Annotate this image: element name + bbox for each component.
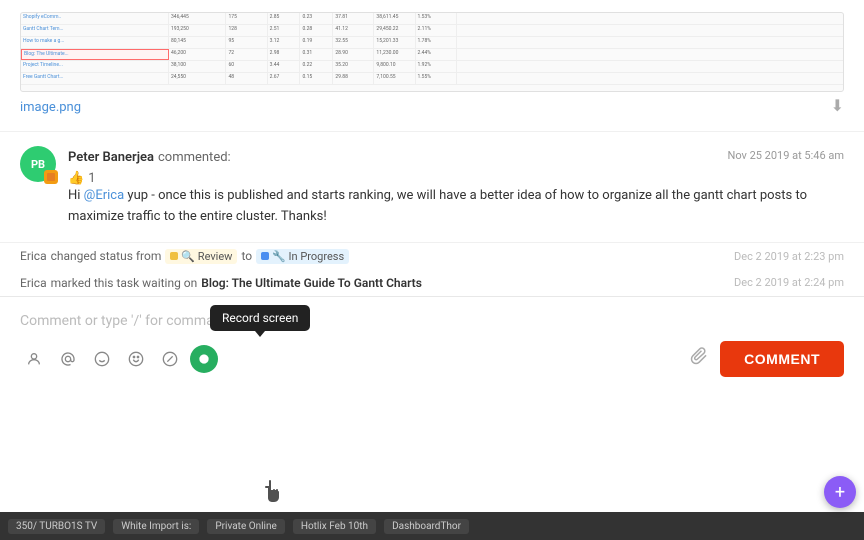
- status-dot-blue: [261, 252, 269, 260]
- comment-toolbar: COMMENT: [20, 333, 844, 377]
- at-icon[interactable]: [54, 345, 82, 373]
- toolbar-left: [20, 345, 218, 373]
- taskbar-item-5[interactable]: DashboardThor: [384, 519, 469, 534]
- activity-row-2: Erica marked this task waiting on Blog: …: [0, 270, 864, 296]
- activity-actor-1: Erica: [20, 249, 47, 263]
- activity-to-1: to: [241, 249, 252, 263]
- activity-action-1: changed status from: [51, 249, 162, 263]
- activity-left-1: Erica changed status from 🔍 Review to 🔧 …: [20, 249, 349, 264]
- task-link[interactable]: Blog: The Ultimate Guide To Gantt Charts: [201, 276, 422, 290]
- taskbar-item-4[interactable]: Hotlix Feb 10th: [293, 519, 376, 534]
- comment-input-area[interactable]: Comment or type '/' for commands Record …: [0, 296, 864, 512]
- comment-text: Hi @Erica yup - once this is published a…: [68, 186, 844, 228]
- activity-actor-2: Erica: [20, 276, 47, 290]
- activity-timestamp-2: Dec 2 2019 at 2:24 pm: [734, 276, 844, 289]
- avatar: PB: [20, 146, 56, 182]
- main-container: Shopify eComm.. 346,445 175 2.85 0.23 37…: [0, 0, 864, 540]
- toolbar-right: COMMENT: [690, 341, 844, 377]
- comment-timestamp: Nov 25 2019 at 5:46 am: [727, 149, 844, 162]
- status-badge-inprogress: 🔧 In Progress: [256, 249, 349, 264]
- comment-header: Peter Banerjea commented: Nov 25 2019 at…: [68, 146, 844, 165]
- smiley-icon[interactable]: [88, 345, 116, 373]
- slash-icon[interactable]: [156, 345, 184, 373]
- like-count: 1: [88, 171, 95, 186]
- comment-author: Peter Banerjea: [68, 150, 154, 165]
- taskbar-item-2[interactable]: White Import is:: [113, 519, 199, 534]
- bottom-taskbar: 350/ TURBO1S TV White Import is: Private…: [0, 512, 864, 540]
- activity-action-2: marked this task waiting on: [51, 276, 198, 290]
- comment-text-post: yup - once this is published and starts …: [68, 188, 807, 224]
- taskbar-item-1[interactable]: 350/ TURBO1S TV: [8, 519, 105, 534]
- person-icon[interactable]: [20, 345, 48, 373]
- thumbs-up-icon[interactable]: 👍: [68, 171, 84, 186]
- emoji-icon[interactable]: [122, 345, 150, 373]
- comment-block: PB Peter Banerjea commented: Nov 25 2019…: [0, 132, 864, 243]
- record-screen-tooltip: Record screen: [210, 305, 310, 331]
- taskbar-item-3[interactable]: Private Online: [207, 519, 284, 534]
- record-icon[interactable]: [190, 345, 218, 373]
- avatar-badge: [44, 170, 58, 184]
- download-icon[interactable]: ⬇: [831, 96, 844, 115]
- status-badge-review: 🔍 Review: [165, 249, 237, 264]
- comment-placeholder[interactable]: Comment or type '/' for commands: [20, 309, 844, 333]
- attachment-icon[interactable]: [690, 347, 708, 370]
- comment-content: Peter Banerjea commented: Nov 25 2019 at…: [68, 146, 844, 228]
- comment-button[interactable]: COMMENT: [720, 341, 844, 377]
- image-filename[interactable]: image.png: [20, 100, 81, 115]
- comment-mention[interactable]: @Erica: [84, 188, 125, 203]
- activity-timestamp-1: Dec 2 2019 at 2:23 pm: [734, 250, 844, 263]
- image-attachment-block: Shopify eComm.. 346,445 175 2.85 0.23 37…: [0, 0, 864, 132]
- comment-action: commented:: [158, 150, 231, 165]
- fab-button[interactable]: +: [824, 476, 856, 508]
- comment-text-pre: Hi: [68, 188, 84, 203]
- cursor-hand: [263, 480, 283, 504]
- status-dot-yellow: [170, 252, 178, 260]
- activity-row-1: Erica changed status from 🔍 Review to 🔧 …: [0, 243, 864, 270]
- like-area[interactable]: 👍 1: [68, 171, 844, 186]
- activity-left-2: Erica marked this task waiting on Blog: …: [20, 276, 422, 290]
- spreadsheet-preview: Shopify eComm.. 346,445 175 2.85 0.23 37…: [20, 12, 844, 92]
